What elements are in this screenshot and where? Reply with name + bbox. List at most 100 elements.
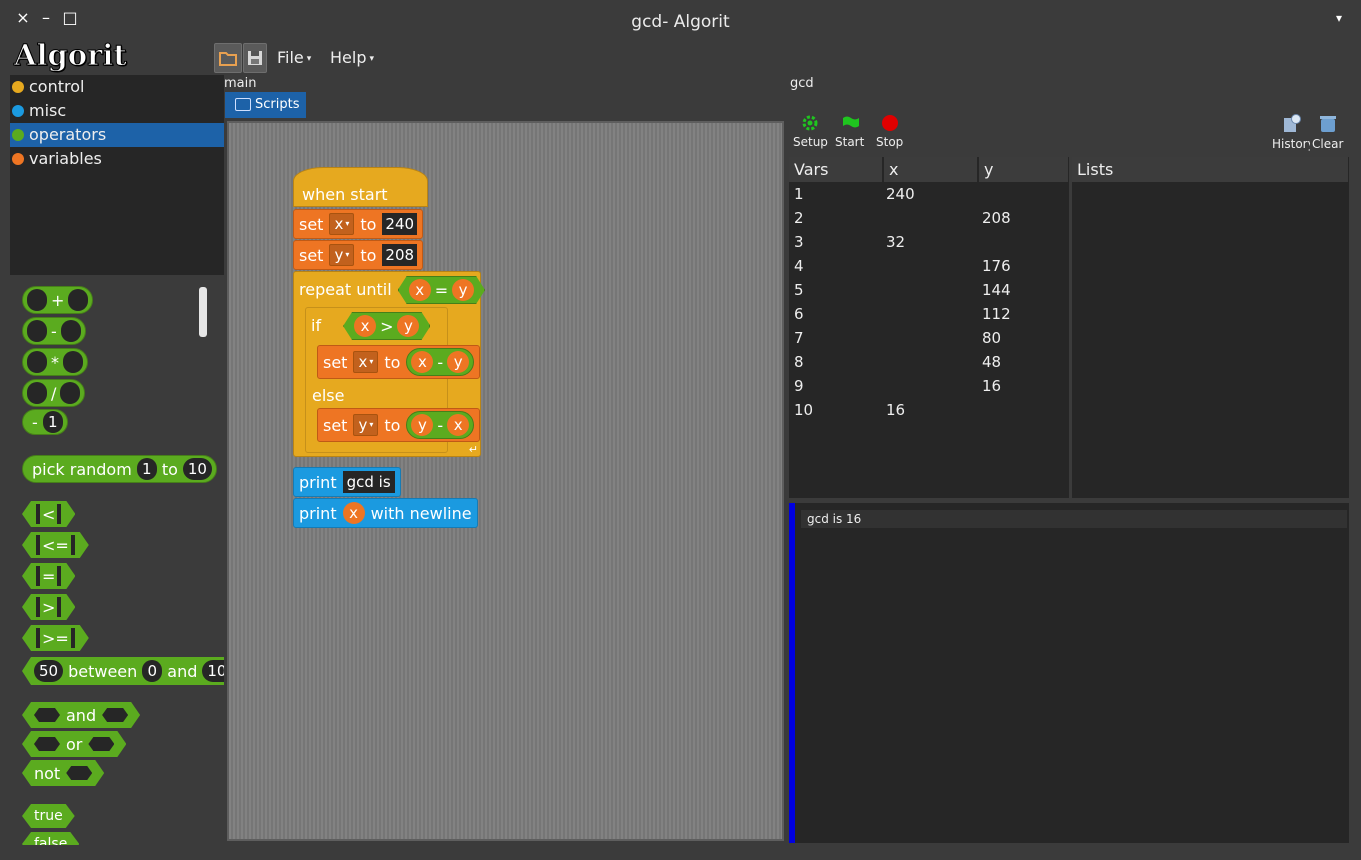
add-block[interactable]: +	[22, 286, 94, 314]
with-newline-label: with newline	[370, 503, 472, 523]
when-start-label: when start	[302, 184, 388, 204]
set-block[interactable]: set x ▾ to x - y	[317, 345, 481, 379]
print-text-input[interactable]: gcd is	[342, 471, 395, 493]
greater-than-block[interactable]: >	[22, 594, 75, 620]
column-header-y[interactable]: y	[979, 157, 1069, 182]
table-cell: 3	[794, 233, 804, 251]
clear-label: Clear	[1312, 137, 1344, 151]
or-label: or	[66, 734, 83, 754]
and-block[interactable]: and	[22, 702, 140, 728]
else-label: else	[312, 386, 345, 405]
value-input[interactable]: 208	[382, 244, 418, 266]
value-input[interactable]: 240	[382, 213, 418, 235]
equal-condition[interactable]: x = y	[398, 276, 485, 304]
greater-equal-block[interactable]: >=	[22, 625, 89, 651]
open-button[interactable]	[214, 43, 242, 73]
history-icon	[1284, 114, 1301, 132]
block-palette: + - * / -1 pick random 1 to 10 < <= = > >= …	[10, 280, 224, 845]
variable-dropdown[interactable]: x ▾	[329, 213, 355, 235]
category-label: control	[29, 77, 85, 96]
file-menu[interactable]: File ▾	[277, 48, 311, 67]
pick-to-value: 10	[182, 458, 212, 480]
variable-dropdown[interactable]: y ▾	[329, 244, 355, 266]
setup-button[interactable]: Setup	[793, 114, 828, 149]
set-label: set	[299, 214, 324, 234]
chevron-down-icon: ▾	[369, 53, 375, 64]
subtract-expression[interactable]: y-x	[406, 411, 475, 439]
category-misc[interactable]: misc	[10, 99, 224, 123]
clear-button[interactable]: Clear	[1312, 114, 1343, 151]
not-label: not	[34, 763, 61, 783]
column-header-vars[interactable]: Vars	[789, 157, 883, 182]
or-block[interactable]: or	[22, 731, 126, 757]
between-label: between	[68, 661, 138, 681]
variable-y: y	[397, 315, 419, 337]
lists-header: Lists	[1072, 157, 1349, 182]
console-output[interactable]: gcd is 16	[789, 503, 1349, 843]
folder-icon	[219, 52, 237, 66]
variable-dropdown[interactable]: x ▾	[353, 351, 379, 373]
false-block[interactable]: false	[22, 832, 79, 845]
not-block[interactable]: not	[22, 760, 104, 786]
print-newline-block[interactable]: print x with newline	[293, 498, 478, 528]
window-menu-button[interactable]: ▾	[1331, 10, 1347, 26]
set-label: set	[299, 245, 324, 265]
subtract-block[interactable]: -	[22, 317, 86, 345]
eq-operator: =	[42, 566, 56, 586]
category-operators[interactable]: operators	[10, 123, 224, 147]
variable-dropdown[interactable]: y ▾	[353, 414, 379, 436]
table-cell: 16	[982, 377, 1002, 395]
palette-scrollbar[interactable]	[199, 287, 207, 337]
lists-panel: Lists	[1072, 157, 1349, 498]
tab-scripts[interactable]: Scripts	[225, 92, 306, 118]
true-block[interactable]: true	[22, 804, 75, 828]
save-button[interactable]	[243, 43, 267, 73]
stop-icon	[881, 115, 898, 131]
column-header-x[interactable]: x	[884, 157, 978, 182]
help-menu[interactable]: Help ▾	[330, 48, 374, 67]
category-label: operators	[29, 125, 107, 144]
negate-block[interactable]: -1	[22, 409, 68, 435]
table-cell: 208	[982, 209, 1011, 227]
equal-block[interactable]: =	[22, 563, 75, 589]
less-equal-block[interactable]: <=	[22, 532, 89, 558]
multiply-block[interactable]: *	[22, 348, 88, 376]
start-label: Start	[835, 135, 865, 149]
pick-random-label: pick random	[32, 459, 132, 479]
flag-icon	[842, 116, 859, 128]
to-label: to	[360, 245, 377, 265]
category-label: misc	[29, 101, 67, 120]
start-button[interactable]: Start	[835, 114, 864, 149]
table-cell: 176	[982, 257, 1011, 275]
divide-block[interactable]: /	[22, 379, 86, 407]
category-control[interactable]: control	[10, 75, 224, 99]
set-label: set	[323, 352, 348, 372]
set-block[interactable]: set x ▾ to 240	[293, 209, 424, 239]
set-label: set	[323, 415, 348, 435]
table-cell: 7	[794, 329, 804, 347]
category-list: control misc operators variables	[10, 75, 224, 275]
variables-table: Vars x y 1 240 2 208 3 32 4 176 5 144 6 112 7 80 8 48 9 1…	[789, 157, 1069, 498]
subtract-expression[interactable]: x-y	[406, 348, 475, 376]
control-dot-icon	[12, 81, 24, 93]
table-cell: 1	[794, 185, 804, 203]
between-block[interactable]: 50between0and100	[22, 657, 224, 685]
print-block[interactable]: print gcd is	[293, 467, 401, 497]
when-start-block[interactable]: when start	[293, 167, 428, 207]
variable-y: y	[411, 414, 434, 436]
between-high: 100	[202, 660, 224, 682]
loop-arrow-icon: ↵	[468, 443, 478, 456]
greater-condition[interactable]: x > y	[343, 312, 430, 340]
less-than-block[interactable]: <	[22, 501, 75, 527]
set-block[interactable]: set y ▾ to 208	[293, 240, 424, 270]
set-block[interactable]: set y ▾ to y - x	[317, 408, 481, 442]
script-canvas[interactable]: when start set x ▾ to 240 set y ▾ to 208 repeat …	[227, 121, 784, 841]
pick-random-block[interactable]: pick random 1 to 10	[22, 455, 217, 483]
history-button[interactable]: History	[1272, 114, 1310, 151]
times-operator: *	[51, 352, 59, 372]
stop-button[interactable]: Stop	[876, 114, 903, 149]
table-cell: 144	[982, 281, 1011, 299]
misc-dot-icon	[12, 105, 24, 117]
category-variables[interactable]: variables	[10, 147, 224, 171]
history-label: History	[1272, 137, 1310, 151]
